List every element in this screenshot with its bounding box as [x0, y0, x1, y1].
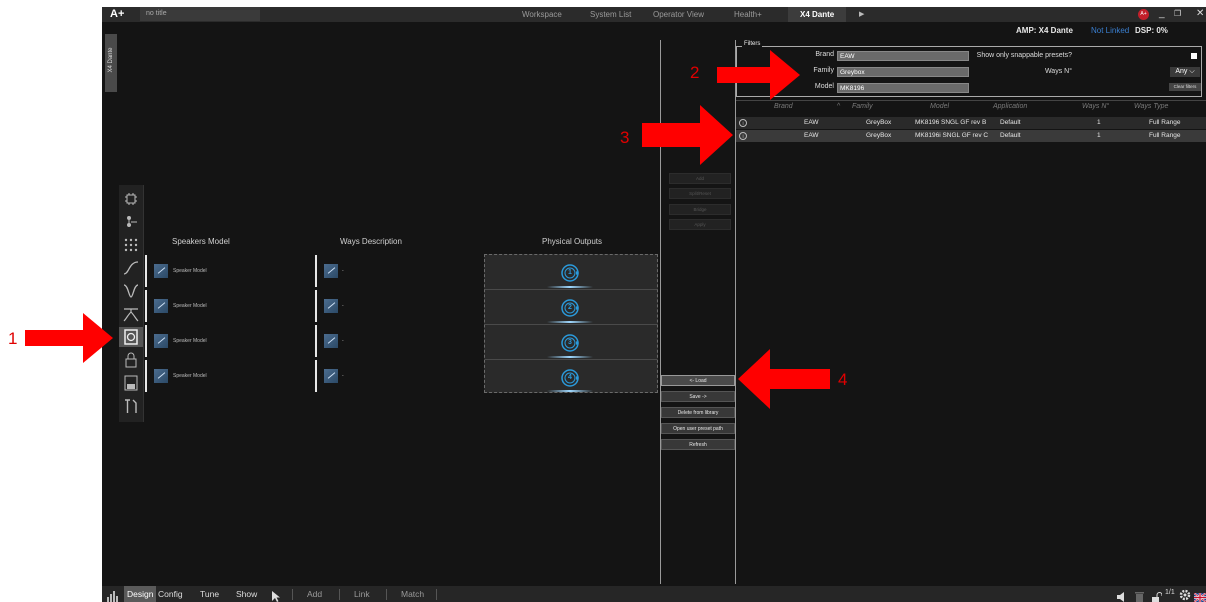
annotation-arrow-3 — [642, 105, 733, 165]
annotation-arrow-1 — [25, 313, 113, 363]
annotation-label-4: 4 — [838, 370, 848, 389]
annotation-overlay — [25, 50, 830, 409]
annotation-arrow-4 — [738, 349, 830, 409]
annotation-label-2: 2 — [690, 63, 700, 82]
annotation-label-3: 3 — [620, 128, 630, 147]
annotation-label-1: 1 — [8, 329, 18, 348]
annotation-arrow-2 — [717, 50, 800, 100]
